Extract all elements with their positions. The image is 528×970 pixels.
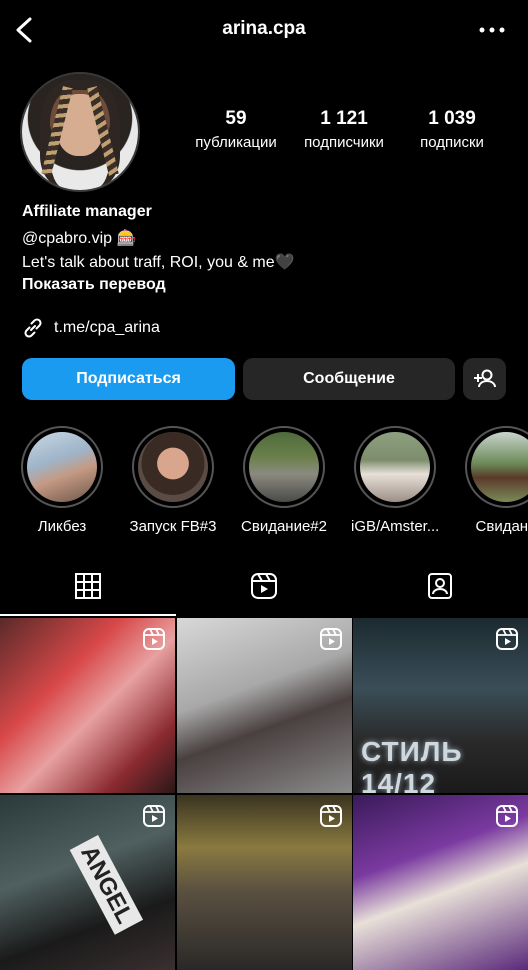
post-thumbnail[interactable] xyxy=(0,618,175,793)
add-user-icon xyxy=(474,369,496,388)
profile-link[interactable]: t.me/cpa_arina xyxy=(54,319,160,337)
highlight-igb-amsterdam[interactable]: iGB/Amster... xyxy=(351,426,439,535)
grid-tab-icon[interactable] xyxy=(74,572,102,600)
reel-icon xyxy=(320,805,342,827)
link-icon xyxy=(24,318,42,338)
highlight-label: Ликбез xyxy=(37,518,87,535)
highlight-likbez[interactable]: Ликбез xyxy=(18,426,106,535)
reel-icon xyxy=(496,628,518,650)
posts-count: 59 xyxy=(225,108,247,129)
more-options-icon[interactable] xyxy=(478,22,506,38)
highlight-label: Свидание#2 xyxy=(241,518,327,535)
highlight-date[interactable]: Свидани xyxy=(462,426,528,535)
profile-avatar[interactable] xyxy=(22,74,138,190)
show-translation-link[interactable]: Показать перевод xyxy=(22,276,166,294)
highlight-cover-image xyxy=(471,432,528,502)
tagged-tab-icon[interactable] xyxy=(426,572,454,600)
post-thumbnail[interactable] xyxy=(177,618,352,793)
stat-posts[interactable]: 59 публикации xyxy=(186,108,286,151)
bio-name: Affiliate manager xyxy=(22,203,152,220)
post-thumbnail[interactable]: ANGEL xyxy=(0,795,175,970)
reel-icon xyxy=(143,805,165,827)
reel-icon xyxy=(320,628,342,650)
reels-tab-icon[interactable] xyxy=(250,572,278,600)
highlight-date2[interactable]: Свидание#2 xyxy=(240,426,328,535)
reel-icon xyxy=(496,805,518,827)
following-label: подписки xyxy=(420,134,484,151)
followers-count: 1 121 xyxy=(320,108,368,129)
post-thumbnail[interactable] xyxy=(177,795,352,970)
reel-icon xyxy=(143,628,165,650)
stat-following[interactable]: 1 039 подписки xyxy=(402,108,502,151)
followers-label: подписчики xyxy=(304,134,384,151)
post-thumbnail[interactable]: СТИЛЬ 14/12 xyxy=(353,618,528,793)
highlight-label: iGB/Amster... xyxy=(351,518,440,535)
suggest-user-button[interactable] xyxy=(463,358,506,400)
highlight-label: Запуск FB#3 xyxy=(129,518,217,535)
message-button[interactable]: Сообщение xyxy=(243,358,455,400)
post-overlay-text: СТИЛЬ 14/12 xyxy=(361,736,463,793)
profile-username: arina.cpa xyxy=(222,18,306,39)
post-overlay-text: ANGEL xyxy=(69,835,144,935)
follow-button[interactable]: Подписаться xyxy=(22,358,235,400)
stat-followers[interactable]: 1 121 подписчики xyxy=(294,108,394,151)
highlight-cover-image xyxy=(360,432,430,502)
posts-label: публикации xyxy=(195,134,277,151)
active-tab-indicator xyxy=(0,614,176,616)
bio-mention[interactable]: @cpabro.vip 🎰 xyxy=(22,228,136,248)
highlight-cover-image xyxy=(27,432,97,502)
highlight-launch-fb3[interactable]: Запуск FB#3 xyxy=(129,426,217,535)
highlight-cover-image xyxy=(138,432,208,502)
following-count: 1 039 xyxy=(428,108,476,129)
highlight-cover-image xyxy=(249,432,319,502)
highlight-label: Свидани xyxy=(475,518,528,535)
bio-text: Let's talk about traff, ROI, you & me🖤 xyxy=(22,254,295,271)
post-thumbnail[interactable] xyxy=(353,795,528,970)
